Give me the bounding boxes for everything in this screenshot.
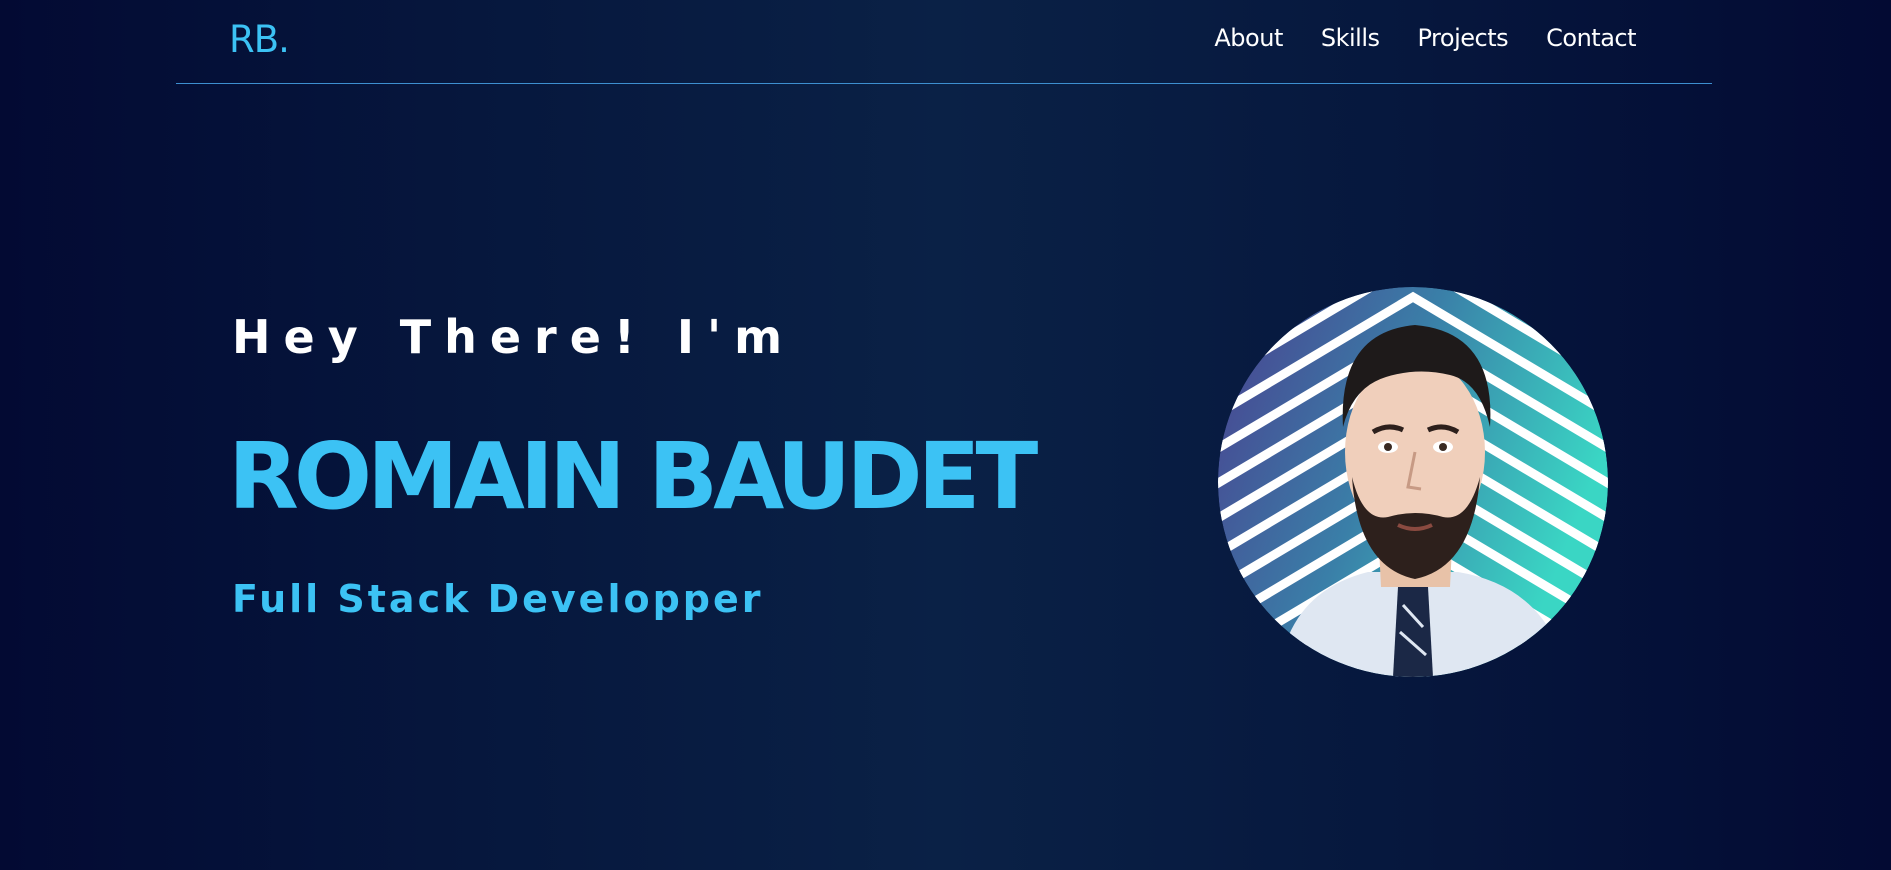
hero-section: Hey There! I'm ROMAIN BAUDET Full Stack … (228, 310, 1038, 621)
hero-greeting: Hey There! I'm (232, 310, 796, 364)
nav-link-about[interactable]: About (1214, 24, 1283, 52)
nav-links: About Skills Projects Contact (1214, 24, 1636, 52)
navbar: RB. About Skills Projects Contact (176, 0, 1712, 84)
logo[interactable]: RB. (229, 18, 290, 61)
hero-role: Full Stack Developper (232, 577, 764, 621)
nav-link-projects[interactable]: Projects (1418, 24, 1509, 52)
profile-avatar (1218, 287, 1608, 677)
hero-name: ROMAIN BAUDET (228, 423, 1038, 530)
nav-link-contact[interactable]: Contact (1546, 24, 1636, 52)
nav-link-skills[interactable]: Skills (1321, 24, 1380, 52)
